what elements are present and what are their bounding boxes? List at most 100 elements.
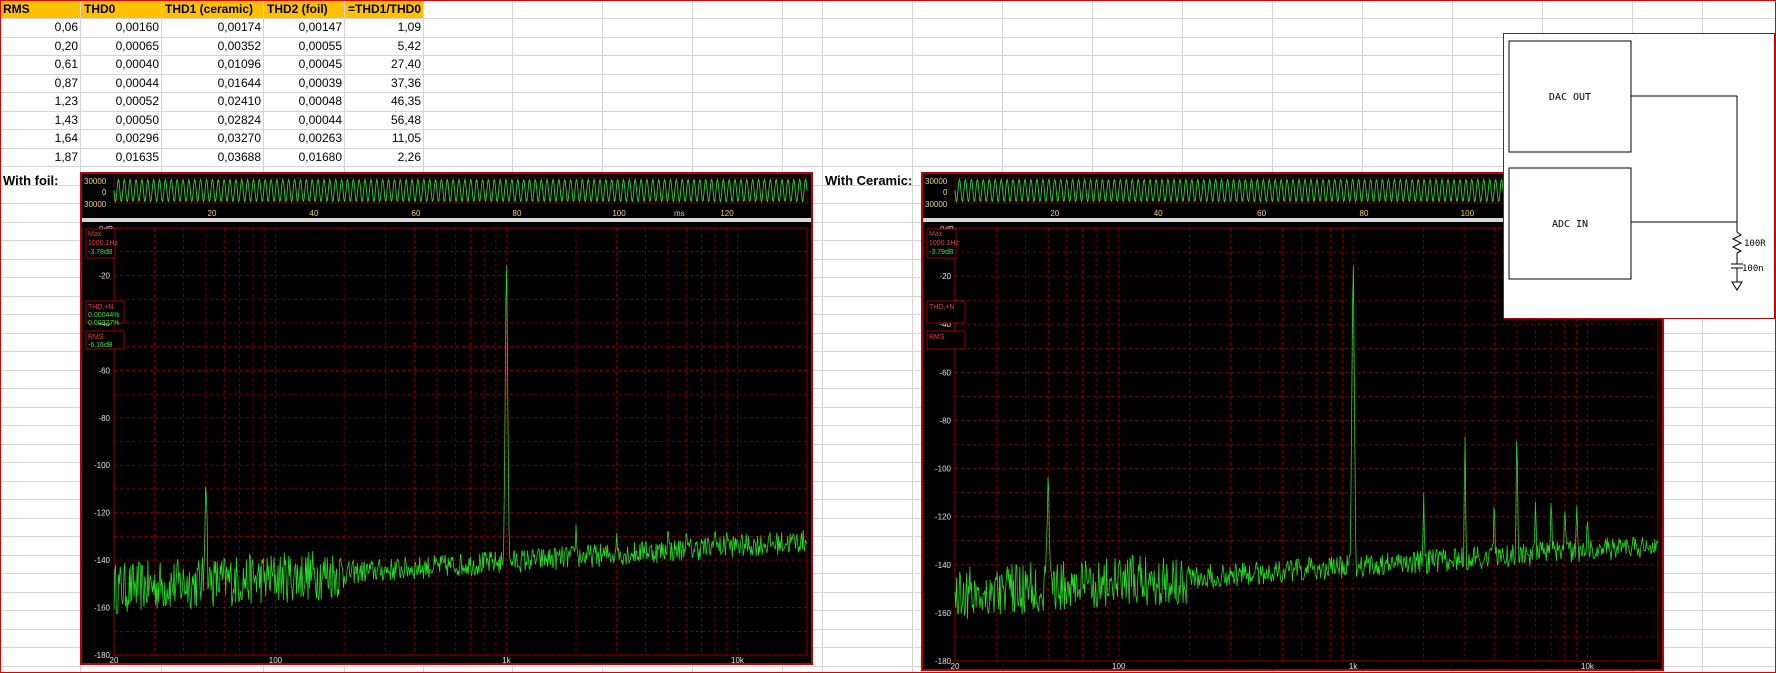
spectrum-x-tick: 10k [1581, 662, 1595, 669]
table-cell[interactable]: 11,05 [345, 129, 421, 147]
table-cell[interactable]: 0,00352 [163, 37, 261, 55]
thd-label: THD,+N [88, 304, 113, 311]
max-frequency: 1000.1Hz [929, 240, 959, 247]
header-thd1-ceramic[interactable]: THD1 (ceramic) [162, 0, 263, 18]
table-cell[interactable]: 46,35 [345, 92, 421, 110]
spectrum-y-tick: -100 [94, 461, 111, 470]
spectrum-y-tick: -60 [98, 366, 110, 375]
wave-x-tick: 100 [612, 209, 626, 218]
table-cell[interactable]: 0,00296 [81, 129, 159, 147]
panel-separator [82, 218, 811, 222]
foil-analyzer-window[interactable]: 3000003000020406080100120ms 0dB-20-40-60… [80, 172, 813, 665]
wave-y-tick: 30000 [84, 177, 107, 186]
wave-x-tick: 20 [1050, 209, 1059, 218]
table-cell[interactable]: 1,23 [0, 92, 78, 110]
dac-label: DAC OUT [1549, 92, 1591, 103]
resistor-label: 100R [1744, 239, 1766, 249]
table-cell[interactable]: 1,87 [0, 148, 78, 166]
spectrum-y-tick: -60 [939, 368, 951, 377]
wave-x-tick: 80 [513, 209, 522, 218]
wave-y-tick: 30000 [925, 177, 948, 186]
thd-value: 0.00044% [88, 312, 120, 319]
rms-label: RMS [929, 334, 945, 341]
wave-x-tick: 60 [1257, 209, 1266, 218]
table-cell[interactable]: 0,00055 [264, 37, 342, 55]
rms-label: RMS [88, 334, 104, 341]
table-cell[interactable]: 0,00044 [264, 111, 342, 129]
resistor-icon [1731, 231, 1743, 254]
table-cell[interactable]: 0,61 [0, 55, 78, 73]
table-cell[interactable]: 0,01680 [264, 148, 342, 166]
spectrum-x-tick: 1k [1349, 662, 1358, 669]
table-cell[interactable]: 56,48 [345, 111, 421, 129]
circuit-wires [1631, 95, 1743, 291]
header-rms[interactable]: RMS [0, 0, 80, 18]
table-cell[interactable]: 0,00065 [81, 37, 159, 55]
table-cell[interactable]: 0,00044 [81, 74, 159, 92]
schematic-diagram[interactable]: DAC OUT ADC IN 100R 100n [1503, 33, 1775, 319]
table-cell[interactable]: 0,00045 [264, 55, 342, 73]
spectrum-y-tick: -160 [935, 609, 952, 618]
wave-x-tick: 20 [208, 209, 217, 218]
label-with-foil: With foil: [3, 173, 59, 188]
spectrum-x-tick: 20 [951, 662, 960, 669]
max-db: -3.78dB [88, 249, 113, 256]
table-cell[interactable]: 0,87 [0, 74, 78, 92]
spectrum-y-tick: -80 [939, 416, 951, 425]
table-cell[interactable]: 0,00050 [81, 111, 159, 129]
table-cell[interactable]: 0,00040 [81, 55, 159, 73]
table-cell[interactable]: 1,43 [0, 111, 78, 129]
spectrum-x-tick: 20 [110, 656, 119, 663]
table-cell[interactable]: 0,00160 [81, 18, 159, 36]
table-cell[interactable]: 0,00147 [264, 18, 342, 36]
header-thd0[interactable]: THD0 [81, 0, 161, 18]
wave-y-tick: 0 [943, 188, 948, 197]
spectrum-x-tick: 100 [269, 656, 283, 663]
spectrum-y-tick: -180 [935, 657, 952, 666]
table-cell[interactable]: 0,00174 [163, 18, 261, 36]
table-cell[interactable]: 0,06 [0, 18, 78, 36]
table-cell[interactable]: 0,00052 [81, 92, 159, 110]
foil-analyzer-plot: 3000003000020406080100120ms 0dB-20-40-60… [82, 177, 811, 663]
header-ratio[interactable]: =THD1/THD0 [345, 0, 423, 18]
table-cell[interactable]: 0,03270 [163, 129, 261, 147]
header-thd2-foil[interactable]: THD2 (foil) [264, 0, 344, 18]
wave-y-tick: 30000 [925, 200, 948, 209]
table-cell[interactable]: 2,26 [345, 148, 421, 166]
max-label: Max [929, 231, 943, 238]
max-frequency: 1000.1Hz [88, 240, 118, 247]
spectrum-y-tick: -80 [98, 414, 110, 423]
wave-x-tick: 40 [1154, 209, 1163, 218]
wave-y-tick: 0 [102, 188, 107, 197]
ground-icon [1731, 281, 1743, 291]
table-cell[interactable]: 0,02410 [163, 92, 261, 110]
spectrum-y-tick: -20 [98, 271, 110, 280]
table-cell[interactable]: 0,00263 [264, 129, 342, 147]
table-cell[interactable]: 0,00039 [264, 74, 342, 92]
table-cell[interactable]: 0,01644 [163, 74, 261, 92]
table-cell[interactable]: 0,01096 [163, 55, 261, 73]
table-cell[interactable]: 0,01635 [81, 148, 159, 166]
max-db: -3.79dB [929, 249, 954, 256]
table-cell[interactable]: 1,09 [345, 18, 421, 36]
rms-value: -6.16dB [88, 342, 113, 349]
spectrum-y-tick: -120 [94, 509, 111, 518]
table-cell[interactable]: 5,42 [345, 37, 421, 55]
spectrum-y-tick: -100 [935, 465, 952, 474]
table-cell[interactable]: 37,36 [345, 74, 421, 92]
table-cell[interactable]: 0,02824 [163, 111, 261, 129]
spectrum-y-tick: -140 [935, 561, 952, 570]
wave-x-unit: ms [674, 209, 685, 218]
wave-x-tick: 100 [1461, 209, 1475, 218]
table-cell[interactable]: 0,20 [0, 37, 78, 55]
thd-label: THD,+N [929, 304, 954, 311]
spectrum-y-tick: -180 [94, 651, 111, 660]
table-cell[interactable]: 0,03688 [163, 148, 261, 166]
table-cell[interactable]: 1,64 [0, 129, 78, 147]
wave-x-tick: 40 [310, 209, 319, 218]
max-label: Max [88, 231, 102, 238]
spectrum-y-tick: -20 [939, 272, 951, 281]
thd-n-value: 0.00327% [88, 320, 120, 327]
table-cell[interactable]: 27,40 [345, 55, 421, 73]
table-cell[interactable]: 0,00048 [264, 92, 342, 110]
